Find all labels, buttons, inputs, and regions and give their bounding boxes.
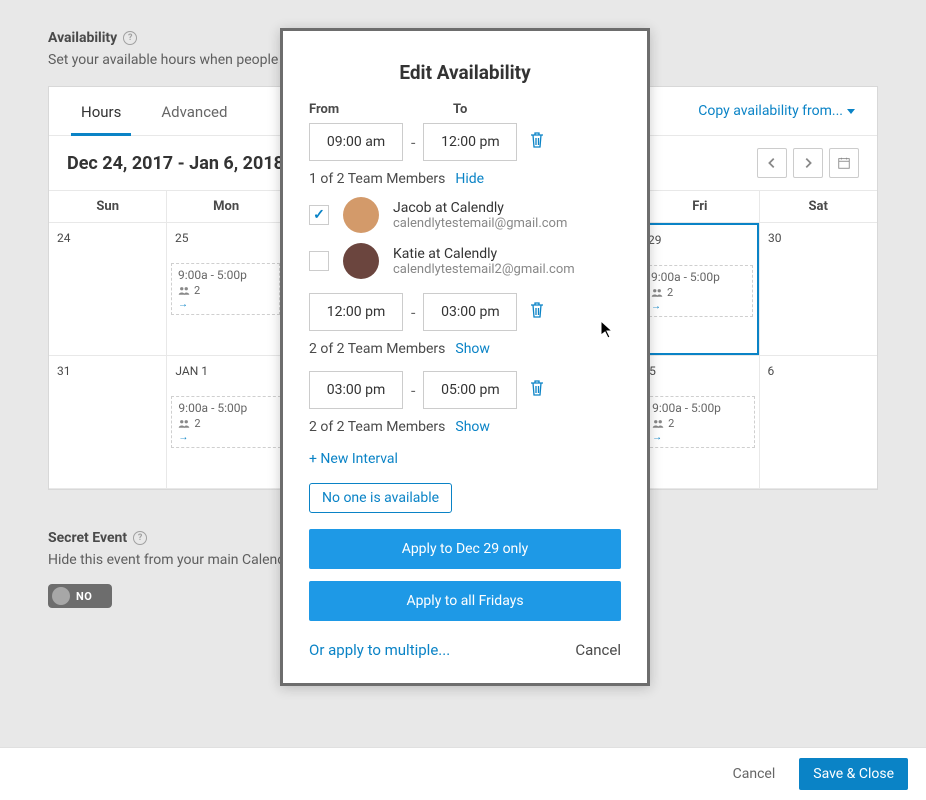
day-number: 25 [171, 229, 193, 247]
chevron-down-icon [847, 109, 855, 114]
slot-time: 9:00a - 5:00p [178, 401, 273, 415]
to-time-input[interactable] [423, 371, 517, 409]
new-interval-link[interactable]: + New Interval [309, 451, 621, 467]
day-number: 30 [764, 229, 786, 247]
calendar-icon [837, 156, 851, 170]
member-checkbox[interactable] [309, 251, 329, 271]
from-time-input[interactable] [309, 123, 403, 161]
to-time-input[interactable] [423, 293, 517, 331]
people-icon [652, 419, 664, 429]
calendar-cell[interactable]: 25 9:00a - 5:00p 2 → [166, 223, 284, 355]
next-button[interactable] [793, 148, 823, 178]
calendar-cell[interactable]: 24 [49, 223, 166, 355]
day-number: 6 [764, 362, 779, 380]
members-toggle-link[interactable]: Show [455, 341, 490, 357]
team-member-row: Jacob at Calendlycalendlytestemail@gmail… [309, 197, 621, 233]
info-icon: ? [133, 531, 147, 545]
date-range: Dec 24, 2017 - Jan 6, 2018 [67, 153, 284, 174]
availability-slot[interactable]: 9:00a - 5:00p 2 → [644, 265, 753, 317]
apply-single-button[interactable]: Apply to Dec 29 only [309, 529, 621, 569]
calendar-cell[interactable]: 6 [759, 356, 877, 488]
slot-arrow-icon: → [651, 301, 746, 312]
availability-slot[interactable]: 9:00a - 5:00p 2 → [171, 263, 280, 315]
slot-count: 2 [667, 286, 673, 299]
people-icon [178, 286, 190, 296]
calendar-cell[interactable]: JAN 1 9:00a - 5:00p 2 → [166, 356, 284, 488]
member-email: calendlytestemail2@gmail.com [393, 262, 575, 277]
apply-all-button[interactable]: Apply to all Fridays [309, 581, 621, 621]
member-name: Katie at Calendly [393, 246, 575, 262]
calendar-cell[interactable]: 299:00a - 5:00p2→ [638, 223, 759, 355]
delete-interval-button[interactable] [525, 127, 549, 157]
member-name: Jacob at Calendly [393, 200, 567, 216]
trash-icon [529, 379, 545, 397]
members-toggle-link[interactable]: Hide [455, 171, 484, 187]
slot-count: 2 [194, 417, 200, 430]
slot-time: 9:00a - 5:00p [652, 401, 747, 415]
slot-arrow-icon: → [652, 432, 747, 443]
dash: - [411, 303, 415, 322]
member-checkbox[interactable] [309, 205, 329, 225]
to-time-input[interactable] [423, 123, 517, 161]
members-count-text: 2 of 2 Team Members [309, 341, 445, 357]
save-close-button[interactable]: Save & Close [799, 758, 908, 790]
toggle-label: NO [76, 590, 92, 603]
page-cancel-button[interactable]: Cancel [727, 758, 782, 790]
calendar-cell[interactable]: 31 [49, 356, 166, 488]
slot-count: 2 [668, 417, 674, 430]
secret-event-toggle[interactable]: NO [48, 584, 112, 608]
slot-arrow-icon: → [178, 299, 273, 310]
trash-icon [529, 131, 545, 149]
weekday-header: Sun [49, 191, 166, 222]
copy-availability-link[interactable]: Copy availability from... [698, 89, 855, 133]
availability-slot[interactable]: 9:00a - 5:00p 2 → [645, 396, 754, 448]
prev-button[interactable] [757, 148, 787, 178]
people-icon [651, 288, 663, 298]
delete-interval-button[interactable] [525, 297, 549, 327]
day-number: JAN 1 [171, 362, 212, 380]
slot-arrow-icon: → [178, 432, 273, 443]
calendar-cell[interactable]: 30 [759, 223, 877, 355]
people-icon [178, 419, 190, 429]
weekday-header: Fri [640, 191, 758, 222]
availability-slot[interactable]: 9:00a - 5:00p 2 → [171, 396, 280, 448]
weekday-header: Sat [759, 191, 877, 222]
info-icon: ? [123, 31, 137, 45]
dash: - [411, 381, 415, 400]
avatar [343, 197, 379, 233]
members-count-text: 1 of 2 Team Members [309, 171, 445, 187]
apply-multiple-link[interactable]: Or apply to multiple... [309, 641, 450, 659]
tab-hours[interactable]: Hours [71, 87, 131, 135]
members-toggle-link[interactable]: Show [455, 419, 490, 435]
from-time-input[interactable] [309, 371, 403, 409]
calendar-cell[interactable]: 59:00a - 5:00p2→ [640, 356, 758, 488]
to-label: To [453, 102, 467, 117]
toggle-knob [52, 587, 70, 605]
from-label: From [309, 102, 403, 117]
modal-title: Edit Availability [309, 61, 621, 84]
edit-availability-modal: Edit Availability From To - 1 of 2 Team M… [280, 28, 650, 686]
dash: - [411, 133, 415, 152]
trash-icon [529, 301, 545, 319]
tab-advanced[interactable]: Advanced [151, 87, 237, 135]
day-number: 31 [53, 362, 75, 380]
day-number: 24 [53, 229, 75, 247]
slot-time: 9:00a - 5:00p [178, 268, 273, 282]
weekday-header: Mon [166, 191, 284, 222]
members-count-text: 2 of 2 Team Members [309, 419, 445, 435]
page-footer: Cancel Save & Close [0, 747, 926, 800]
delete-interval-button[interactable] [525, 375, 549, 405]
team-member-row: Katie at Calendlycalendlytestemail2@gmai… [309, 243, 621, 279]
avatar [343, 243, 379, 279]
modal-cancel-button[interactable]: Cancel [575, 641, 621, 659]
chevron-right-icon [801, 156, 815, 170]
chevron-left-icon [765, 156, 779, 170]
from-time-input[interactable] [309, 293, 403, 331]
member-email: calendlytestemail@gmail.com [393, 216, 567, 231]
calendar-button[interactable] [829, 148, 859, 178]
slot-count: 2 [194, 284, 200, 297]
slot-time: 9:00a - 5:00p [651, 270, 746, 284]
no-one-available-button[interactable]: No one is available [309, 483, 452, 513]
